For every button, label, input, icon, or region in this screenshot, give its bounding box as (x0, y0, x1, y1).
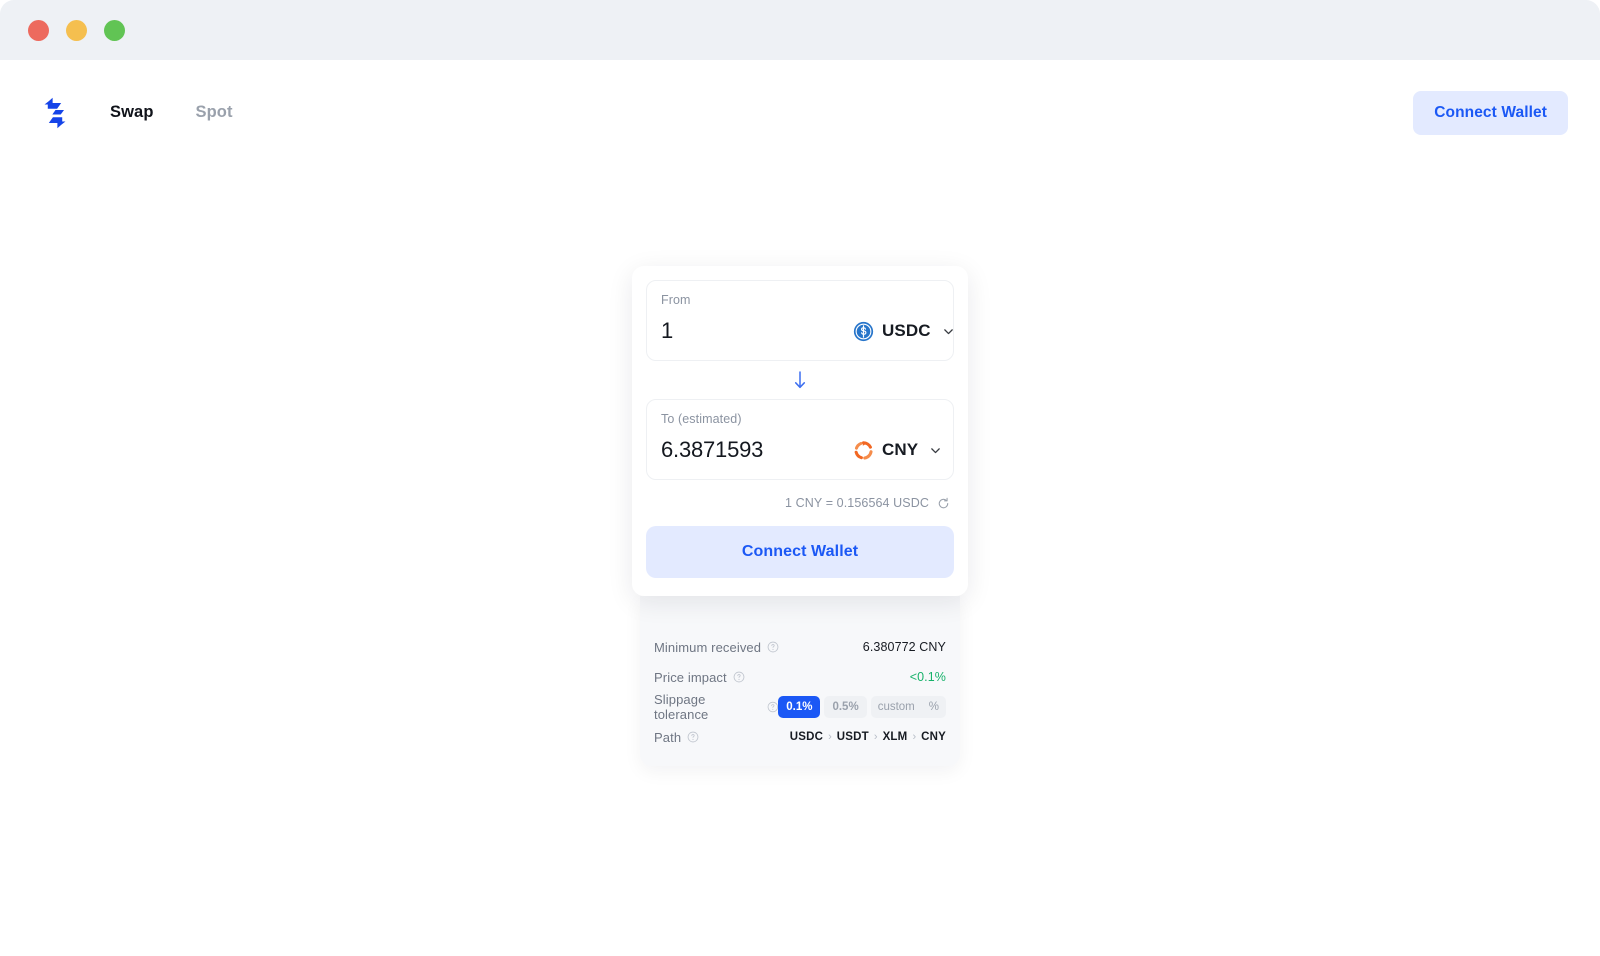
path-label-group: Path (654, 730, 699, 745)
slippage-custom-unit: % (928, 701, 939, 713)
swap-path: USDC › USDT › XLM › CNY (790, 731, 946, 743)
detail-row-slippage-tolerance: Slippage tolerance 0.1% 0.5% custom % (652, 692, 948, 722)
from-amount-input[interactable] (661, 318, 851, 344)
chevron-down-icon (943, 328, 953, 334)
nav-item-spot[interactable]: Spot (194, 99, 235, 126)
window-minimize-button[interactable] (66, 19, 87, 41)
help-circle-icon[interactable] (767, 701, 779, 713)
from-token-selector[interactable]: USDC (851, 319, 955, 344)
slippage-tolerance-label: Slippage tolerance (654, 692, 709, 722)
cny-circular-arrows-icon (854, 440, 873, 460)
path-separator-icon: › (873, 730, 878, 743)
to-field: To (estimated) CNY (646, 399, 954, 480)
detail-row-minimum-received: Minimum received 6.380772 CNY (652, 632, 948, 662)
to-row: CNY (661, 435, 942, 465)
minimum-received-value: 6.380772 CNY (862, 640, 946, 654)
help-circle-icon[interactable] (767, 641, 779, 653)
exchange-rate-row: 1 CNY = 0.156564 USDC (646, 480, 954, 514)
detail-row-price-impact: Price impact <0.1% (652, 662, 948, 692)
slippage-label-group: Slippage tolerance (654, 692, 778, 722)
slippage-option-1[interactable]: 0.5% (824, 696, 867, 718)
to-label: To (estimated) (661, 412, 742, 426)
window-close-button[interactable] (28, 19, 49, 41)
exchange-rate-text: 1 CNY = 0.156564 USDC (785, 496, 929, 510)
app-header: Swap Spot Connect Wallet (0, 60, 1600, 165)
path-token-1: USDT (836, 731, 869, 743)
refresh-icon[interactable] (937, 497, 950, 510)
chevron-down-icon (931, 447, 941, 453)
minimum-received-label: Minimum received (654, 639, 762, 655)
to-token-symbol: CNY (882, 440, 919, 459)
detail-row-path: Path USDC › USDT › XLM › CNY (652, 722, 948, 752)
price-impact-label-group: Price impact (654, 670, 745, 685)
window-titlebar (0, 0, 1600, 60)
swap-card: From USDC (632, 266, 968, 596)
price-impact-value: <0.1% (909, 670, 946, 684)
path-token-3: CNY (921, 731, 946, 743)
swap-widget: Minimum received 6.380772 CNY Price impa… (632, 266, 968, 766)
from-token-symbol: USDC (882, 321, 931, 340)
help-circle-icon[interactable] (687, 731, 699, 743)
path-separator-icon: › (828, 730, 832, 743)
minimum-received-label-group: Minimum received (654, 640, 779, 655)
path-token-2: XLM (882, 731, 908, 743)
main-nav: Swap Spot (108, 99, 235, 126)
app-window: Swap Spot Connect Wallet Minimum receive… (0, 0, 1600, 956)
swap-details-panel: Minimum received 6.380772 CNY Price impa… (640, 596, 960, 766)
to-token-selector[interactable]: CNY (851, 438, 942, 463)
slippage-custom-placeholder: custom (877, 701, 915, 713)
usdc-coin-icon (853, 321, 874, 341)
window-maximize-button[interactable] (104, 19, 125, 41)
help-circle-icon[interactable] (733, 671, 745, 683)
price-impact-label: Price impact (654, 669, 727, 685)
arrow-down-icon (794, 371, 806, 389)
swap-logo-icon[interactable] (36, 94, 74, 132)
from-field: From USDC (646, 280, 954, 361)
slippage-option-0[interactable]: 0.1% (778, 696, 821, 718)
page-body: Minimum received 6.380772 CNY Price impa… (0, 165, 1600, 956)
switch-direction-button[interactable] (787, 367, 813, 393)
from-label: From (661, 293, 691, 307)
slippage-custom-input[interactable]: custom % (870, 696, 946, 718)
to-amount-input[interactable] (661, 437, 851, 463)
path-label: Path (654, 729, 682, 745)
header-connect-wallet-button[interactable]: Connect Wallet (1413, 90, 1568, 135)
slippage-options: 0.1% 0.5% custom % (778, 696, 946, 718)
switch-direction-row (646, 361, 954, 399)
card-connect-wallet-button[interactable]: Connect Wallet (646, 526, 954, 578)
nav-item-swap[interactable]: Swap (108, 99, 156, 126)
path-token-0: USDC (789, 731, 824, 743)
path-separator-icon: › (912, 730, 917, 743)
from-row: USDC (661, 316, 953, 346)
